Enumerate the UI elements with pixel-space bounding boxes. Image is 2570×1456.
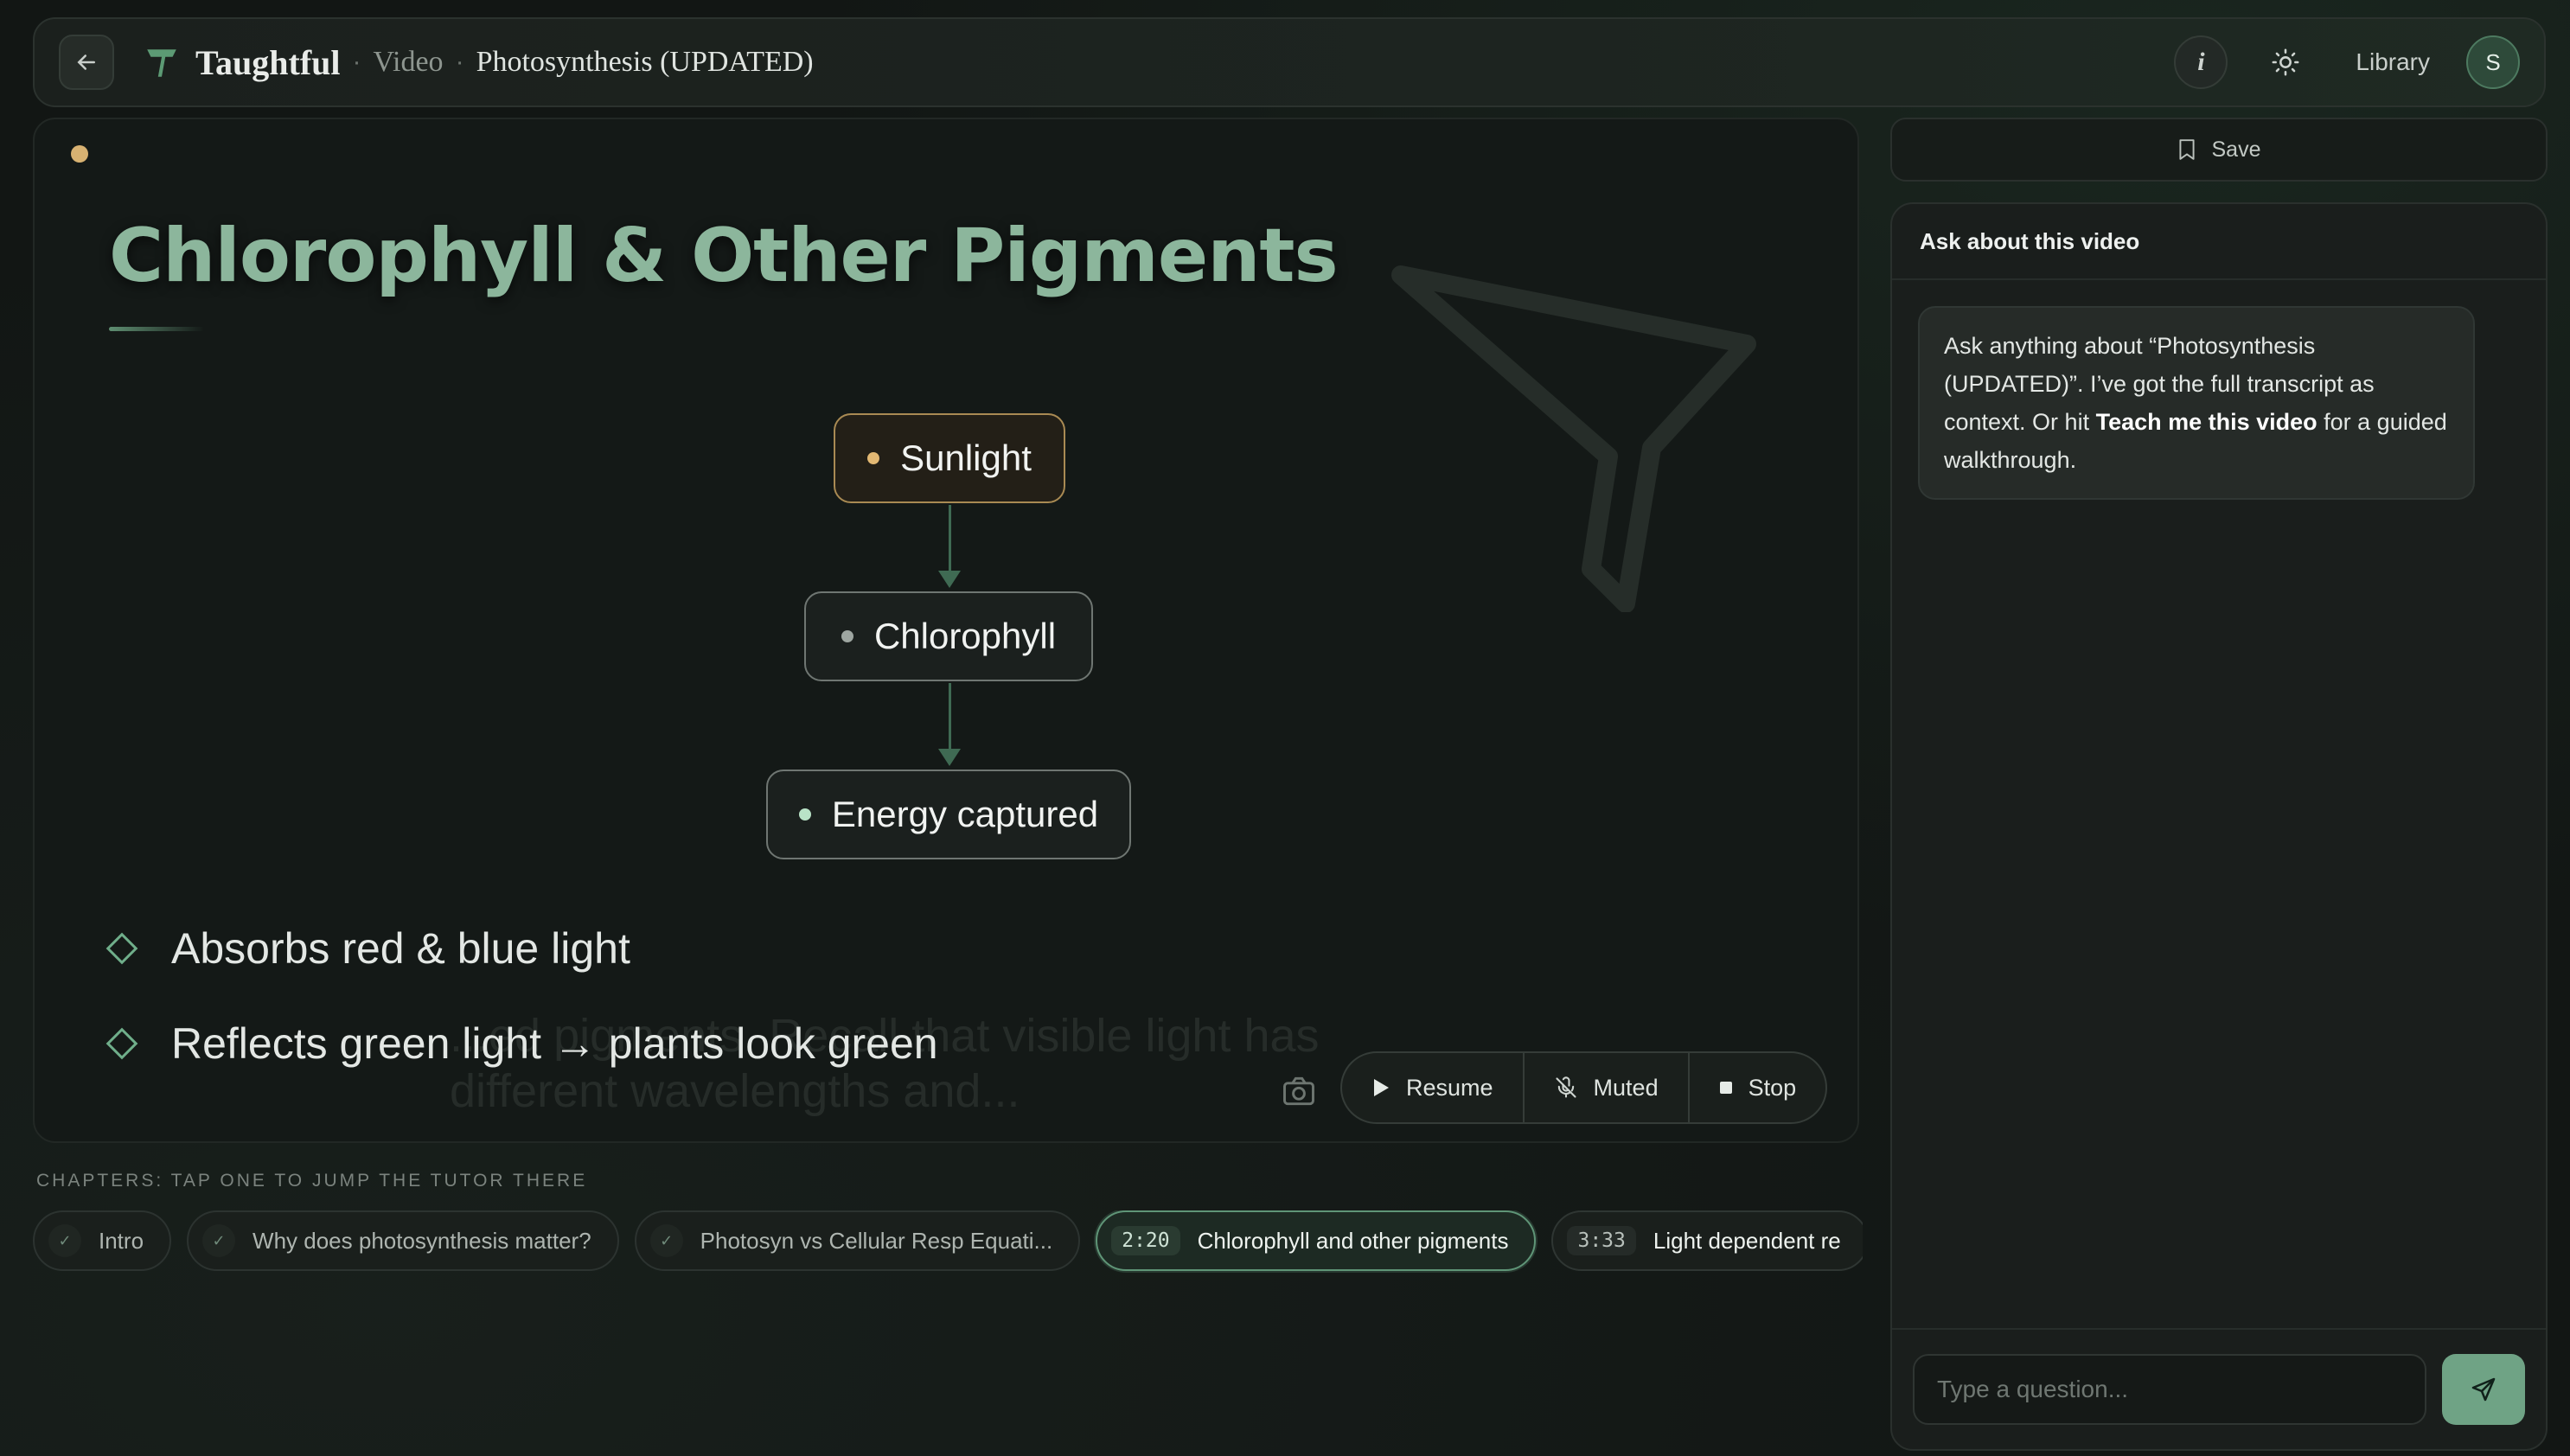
bookmark-icon xyxy=(2178,139,2195,160)
diagram-arrow xyxy=(938,505,961,588)
sun-icon xyxy=(2272,48,2299,76)
save-button[interactable]: Save xyxy=(1890,118,2548,182)
muted-label: Muted xyxy=(1593,1074,1659,1101)
chat-panel: Ask about this video Ask anything about … xyxy=(1890,202,2548,1451)
playback-controls: Resume Muted Stop xyxy=(1340,1051,1828,1124)
breadcrumb-separator: · xyxy=(455,48,464,76)
brand-name: Taughtful xyxy=(195,42,341,82)
mic-off-icon xyxy=(1555,1076,1576,1098)
node-bullet xyxy=(798,808,811,821)
send-button[interactable] xyxy=(2442,1354,2525,1425)
chapter-label: Photosyn vs Cellular Resp Equati... xyxy=(700,1227,1053,1254)
bullet-text: Reflects green light → plants look green xyxy=(171,1019,938,1068)
node-label: Chlorophyll xyxy=(873,616,1057,656)
chapter-label: Intro xyxy=(99,1227,144,1254)
chat-title: Ask about this video xyxy=(1892,204,2546,280)
chapter-timestamp: 3:33 xyxy=(1567,1226,1636,1255)
bullet-item: Reflects green light → plants look green xyxy=(105,1019,938,1069)
play-icon xyxy=(1374,1079,1389,1096)
node-label: Sunlight xyxy=(900,437,1032,478)
chapters-list: ✓ Intro ✓ Why does photosynthesis matter… xyxy=(33,1210,1863,1274)
check-icon: ✓ xyxy=(202,1224,236,1257)
breadcrumb-separator: · xyxy=(352,48,361,76)
chapter-label: Light dependent re xyxy=(1653,1227,1841,1254)
slide-title: Chlorophyll & Other Pigments xyxy=(109,213,1339,299)
diagram-node-sunlight: Sunlight xyxy=(834,413,1065,503)
avatar[interactable]: S xyxy=(2466,35,2520,89)
check-icon: ✓ xyxy=(649,1224,683,1257)
bullet-item: Absorbs red & blue light xyxy=(105,923,630,974)
chapter-chip[interactable]: ✓ Why does photosynthesis matter? xyxy=(187,1210,619,1271)
chapter-label: Chlorophyll and other pigments xyxy=(1197,1227,1509,1254)
theme-toggle-button[interactable] xyxy=(2259,35,2312,89)
node-label: Energy captured xyxy=(831,794,1099,834)
mute-button[interactable]: Muted xyxy=(1522,1053,1688,1122)
send-icon xyxy=(2471,1377,2496,1402)
chat-input-row xyxy=(1892,1328,2546,1449)
chapters-label: CHAPTERS: TAP ONE TO JUMP THE TUTOR THER… xyxy=(36,1171,588,1191)
resume-button[interactable]: Resume xyxy=(1342,1053,1523,1122)
chapter-chip[interactable]: 3:33 Light dependent re xyxy=(1551,1210,1863,1271)
chapter-chip[interactable]: ✓ Intro xyxy=(33,1210,172,1271)
bullet-text: Absorbs red & blue light xyxy=(171,924,630,973)
breadcrumb-section[interactable]: Video xyxy=(374,46,444,79)
diagram-node-energy: Energy captured xyxy=(766,770,1131,859)
chapter-chip-active[interactable]: 2:20 Chlorophyll and other pigments xyxy=(1096,1210,1537,1271)
stop-label: Stop xyxy=(1748,1074,1797,1101)
info-button[interactable]: i xyxy=(2174,35,2228,89)
diamond-bullet-icon xyxy=(105,1027,138,1060)
node-bullet xyxy=(867,452,880,464)
page-title: Photosynthesis (UPDATED) xyxy=(476,46,814,78)
chapter-chip[interactable]: ✓ Photosyn vs Cellular Resp Equati... xyxy=(634,1210,1081,1271)
chapter-timestamp: 2:20 xyxy=(1111,1226,1180,1255)
video-stage[interactable]: Chlorophyll & Other Pigments Sunlight Ch… xyxy=(33,118,1859,1143)
diagram-arrow xyxy=(938,683,961,766)
assistant-message: Ask anything about “Photosynthesis (UPDA… xyxy=(1918,306,2475,500)
chapter-label: Why does photosynthesis matter? xyxy=(253,1227,591,1254)
funnel-icon xyxy=(1391,265,1756,612)
top-bar: Taughtful · Video · Photosynthesis (UPDA… xyxy=(33,17,2546,107)
back-button[interactable] xyxy=(59,35,114,90)
recording-indicator xyxy=(71,145,88,163)
question-input[interactable] xyxy=(1913,1354,2426,1425)
library-link[interactable]: Library xyxy=(2356,48,2430,76)
check-icon: ✓ xyxy=(48,1224,81,1257)
taughtful-logo-icon xyxy=(144,44,180,80)
title-underline xyxy=(109,327,204,331)
node-bullet xyxy=(841,630,853,642)
camera-icon[interactable] xyxy=(1280,1072,1318,1110)
arrow-left-icon xyxy=(77,54,95,70)
diamond-bullet-icon xyxy=(105,932,138,965)
stop-icon xyxy=(1719,1082,1732,1094)
teach-me-link[interactable]: Teach me this video xyxy=(2096,409,2317,435)
save-label: Save xyxy=(2211,137,2261,162)
diagram-node-chlorophyll: Chlorophyll xyxy=(804,591,1093,681)
resume-label: Resume xyxy=(1406,1074,1493,1101)
stop-button[interactable]: Stop xyxy=(1687,1053,1826,1122)
info-icon: i xyxy=(2197,48,2205,76)
avatar-initial: S xyxy=(2485,48,2501,75)
